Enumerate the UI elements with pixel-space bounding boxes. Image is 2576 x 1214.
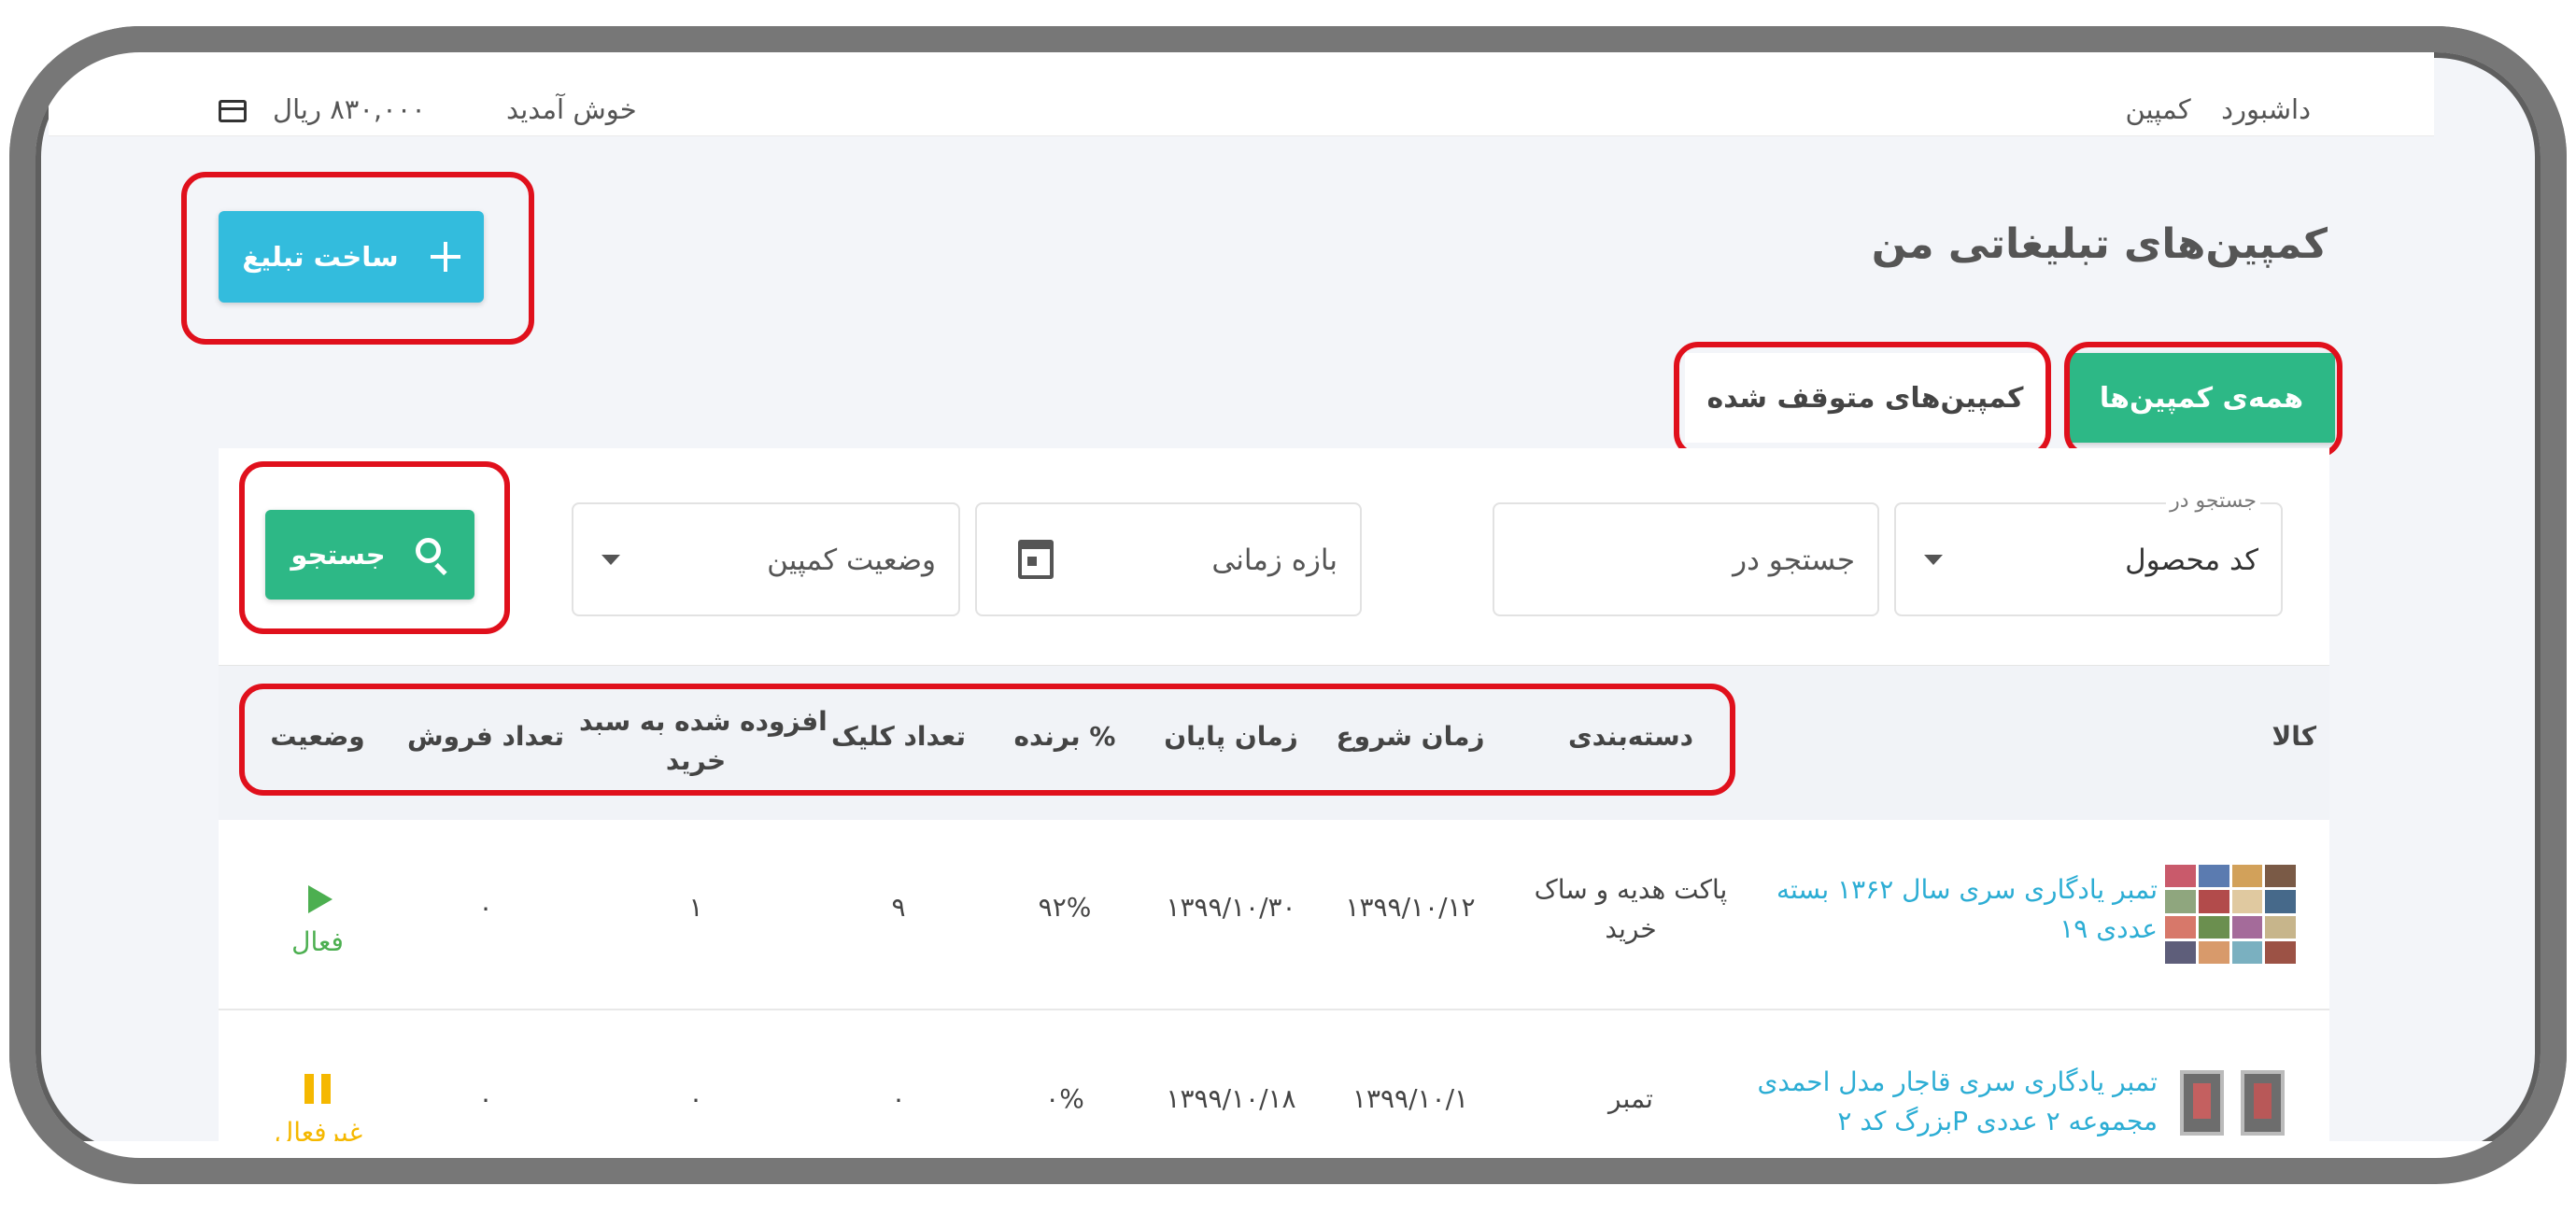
product-name-line2: ۱۹ عددی	[2059, 913, 2158, 944]
tab-all-campaigns[interactable]: همه‌ی کمپین‌ها	[2068, 353, 2335, 443]
sales-cell: ۰	[478, 1083, 493, 1114]
play-icon[interactable]	[308, 885, 333, 913]
row-divider	[219, 1009, 2329, 1010]
create-ad-button[interactable]: ساخت تبلیغ	[219, 211, 484, 303]
clicks-cell: ۹	[891, 892, 906, 923]
start-cell: ۱۳۹۹/۱۰/۱۲	[1345, 892, 1476, 923]
header-cart-line2: خرید	[665, 745, 727, 776]
tab-all-label: همه‌ی کمپین‌ها	[2099, 381, 2304, 415]
search-input[interactable]: جستجو در	[1493, 502, 1879, 616]
page-title: کمپین‌های تبلیغاتی من	[1871, 220, 2328, 268]
category-cell: تمبر	[1608, 1083, 1653, 1114]
clicks-cell: ۰	[891, 1083, 906, 1114]
category-line2: خرید	[1605, 913, 1657, 944]
search-input-placeholder: جستجو در	[1733, 543, 1855, 577]
header-start: زمان شروع	[1336, 721, 1485, 752]
tab-stopped-label: کمپین‌های متوقف شده	[1706, 381, 2024, 415]
search-button[interactable]: جستجو	[265, 510, 474, 600]
chevron-down-icon	[602, 555, 620, 565]
cart-cell: ۱	[688, 892, 703, 923]
tab-stopped-campaigns[interactable]: کمپین‌های متوقف شده	[1685, 353, 2045, 443]
breadcrumb: داشبورد کمپین	[2125, 93, 2311, 125]
plus-icon	[430, 242, 460, 272]
header-win: برنده %	[1013, 721, 1116, 752]
win-cell: ۰%	[1045, 1083, 1084, 1114]
wallet-icon[interactable]	[219, 100, 247, 122]
search-icon	[415, 538, 449, 576]
breadcrumb-dashboard[interactable]: داشبورد	[2221, 93, 2311, 125]
status-active-label: فعال	[291, 926, 344, 957]
search-in-select[interactable]: جستجو در کد محصول	[1894, 489, 2283, 616]
header-end: زمان پایان	[1164, 721, 1298, 752]
category-cell: پاکت هدیه و ساک خرید	[1500, 870, 1762, 949]
header-cart: افزوده شده به سبد خرید	[579, 702, 828, 781]
end-cell: ۱۳۹۹/۱۰/۳۰	[1166, 892, 1296, 923]
page-bottom-margin	[0, 1141, 2576, 1214]
search-in-value: کد محصول	[2125, 543, 2258, 577]
product-link[interactable]: تمبر یادگاری سری سال ۱۳۶۲ بسته ۱۹ عددی	[1728, 870, 2158, 949]
sales-cell: ۰	[478, 892, 493, 923]
header-category: دسته‌بندی	[1567, 721, 1694, 752]
date-range-input[interactable]: بازه زمانی	[975, 502, 1362, 616]
status-placeholder: وضعیت کمپین	[767, 543, 936, 577]
chevron-down-icon	[1924, 555, 1943, 565]
header-sales: تعداد فروش	[407, 721, 564, 752]
balance-text: ۸۳۰,۰۰۰ ریال	[273, 93, 426, 125]
create-ad-label: ساخت تبلیغ	[242, 241, 399, 273]
cart-cell: ۰	[688, 1083, 703, 1114]
search-button-label: جستجو	[290, 539, 386, 571]
campaign-status-select[interactable]: وضعیت کمپین	[572, 502, 960, 616]
category-line1: پاکت هدیه و ساک	[1534, 874, 1728, 905]
header-cart-line1: افزوده شده به سبد	[579, 706, 828, 737]
product-name-line2: بزرگ کد ۲P مجموعه ۲ عددی	[1837, 1106, 2158, 1136]
product-name-line1: تمبر یادگاری سری سال ۱۳۶۲ بسته	[1776, 874, 2158, 905]
calendar-icon[interactable]	[1018, 540, 1054, 579]
header-clicks: تعداد کلیک	[830, 721, 967, 752]
product-thumbnail[interactable]	[2180, 1070, 2285, 1136]
welcome-text: خوش آمدید	[506, 93, 637, 125]
breadcrumb-campaign[interactable]: کمپین	[2125, 93, 2190, 125]
search-in-label: جستجو در	[2166, 489, 2260, 513]
win-cell: ۹۲%	[1038, 892, 1092, 923]
pause-icon[interactable]	[304, 1074, 333, 1104]
top-bar: داشبورد کمپین خوش آمدید ۸۳۰,۰۰۰ ریال	[49, 41, 2434, 136]
product-thumbnail[interactable]	[2165, 865, 2296, 964]
product-link[interactable]: تمبر یادگاری سری قاجار مدل احمدی بزرگ کد…	[1709, 1063, 2158, 1141]
date-range-placeholder: بازه زمانی	[1211, 543, 1338, 577]
start-cell: ۱۳۹۹/۱۰/۱	[1352, 1083, 1469, 1114]
end-cell: ۱۳۹۹/۱۰/۱۸	[1166, 1083, 1296, 1114]
header-status: وضعیت	[270, 721, 365, 752]
product-name-line1: تمبر یادگاری سری قاجار مدل احمدی	[1757, 1066, 2158, 1097]
header-product: کالا	[2272, 721, 2316, 752]
